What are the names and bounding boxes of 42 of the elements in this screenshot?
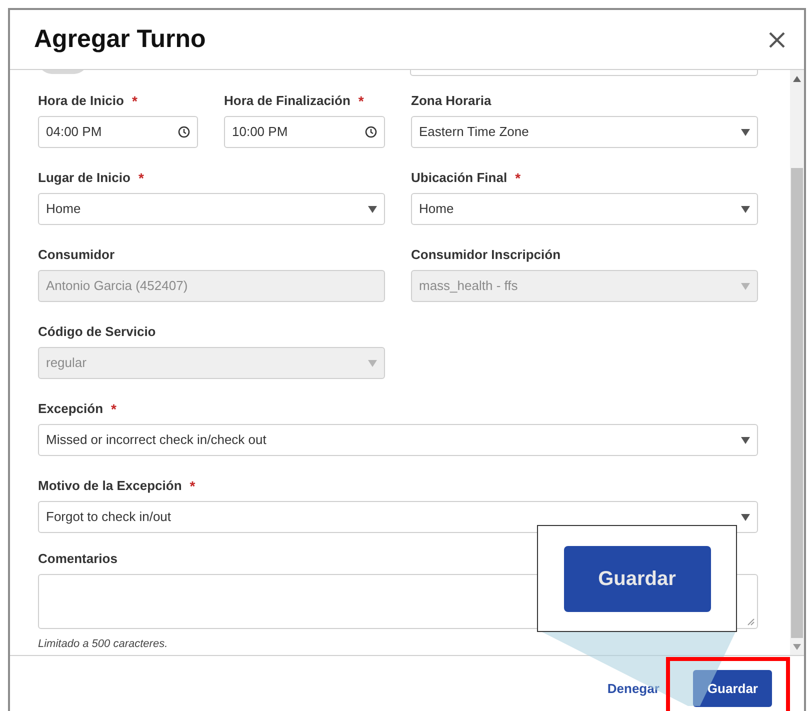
- dropdown-caret-icon: [368, 360, 377, 366]
- field-label: Código de Servicio: [38, 323, 156, 342]
- required-mark: *: [190, 479, 196, 493]
- scrollbar-thumb[interactable]: [791, 168, 803, 638]
- time-field[interactable]: 04:00 PM: [38, 116, 198, 148]
- close-icon[interactable]: [768, 30, 786, 48]
- dropdown-caret-icon: [741, 206, 750, 212]
- dropdown-field[interactable]: Home: [38, 193, 385, 225]
- field-label: Consumidor Inscripción: [411, 246, 561, 264]
- field-label: Hora de Finalización: [224, 92, 350, 110]
- dropdown-caret-icon: [741, 436, 750, 444]
- dropdown-field[interactable]: Eastern Time Zone: [411, 116, 758, 148]
- field-label: Excepción: [38, 400, 104, 418]
- resize-grip-icon: [747, 618, 755, 626]
- deny-link[interactable]: Denegar: [607, 678, 660, 698]
- scroll-down-icon[interactable]: [793, 644, 801, 650]
- required-mark: *: [132, 94, 138, 108]
- field-label: Hora de Inicio: [38, 92, 124, 110]
- required-mark: *: [138, 171, 144, 185]
- field-label: Ubicación Final: [411, 169, 508, 188]
- dropdown-caret-icon: [741, 514, 750, 520]
- field-label: Motivo de la Excepción: [38, 477, 182, 496]
- required-mark: *: [515, 171, 521, 185]
- field-label: Zona Horaria: [411, 92, 492, 110]
- dropdown-caret-icon: [741, 282, 750, 290]
- dialog-title: Agregar Turno: [34, 24, 206, 55]
- dropdown-field[interactable]: Missed or incorrect check in/check out: [38, 424, 758, 456]
- scroll-up-icon[interactable]: [793, 76, 801, 82]
- required-mark: *: [111, 402, 116, 416]
- time-field[interactable]: 10:00 PM: [224, 116, 385, 148]
- dropdown-caret-icon: [741, 128, 750, 136]
- hint-text: Limitado a 500 caracteres.: [38, 637, 168, 652]
- clock-icon: [365, 126, 377, 138]
- field-label: Consumidor: [38, 246, 115, 264]
- dropdown-field[interactable]: Home: [411, 193, 758, 225]
- clock-icon: [178, 126, 190, 138]
- dropdown-caret-icon: [368, 206, 377, 212]
- field-label: Lugar de Inicio: [38, 169, 130, 188]
- required-mark: *: [358, 94, 364, 108]
- field-label: Comentarios: [38, 550, 118, 568]
- save-button[interactable]: Guardar: [693, 670, 772, 707]
- dropdown-field[interactable]: Forgot to check in/out: [38, 501, 758, 533]
